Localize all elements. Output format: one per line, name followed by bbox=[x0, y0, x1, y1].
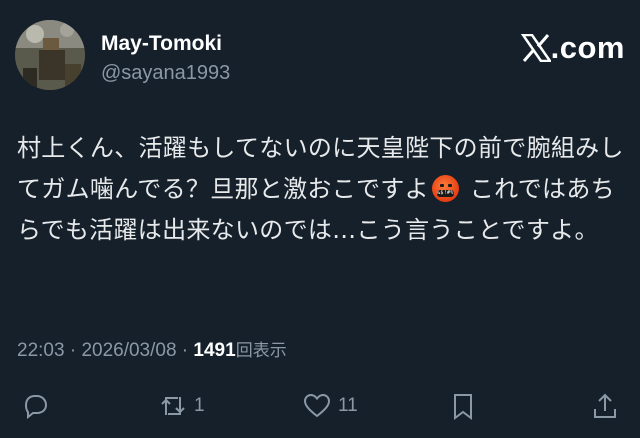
share-button[interactable] bbox=[590, 386, 620, 426]
views-label: 回表示 bbox=[235, 341, 287, 360]
x-icon bbox=[520, 33, 553, 63]
share-icon bbox=[594, 393, 616, 418]
views-count: 1491 bbox=[193, 340, 236, 361]
post-time[interactable]: 22:03 bbox=[17, 340, 65, 361]
post-meta: 22:03 · 2026/03/08 · 1491回表示 bbox=[17, 336, 287, 362]
brand-domain: .com bbox=[550, 30, 625, 65]
post-header: May-Tomoki @sayana1993 .com bbox=[15, 20, 625, 92]
reply-button[interactable] bbox=[20, 386, 50, 426]
avatar[interactable] bbox=[15, 20, 85, 90]
meta-separator-2: · bbox=[176, 340, 194, 361]
retweet-icon bbox=[161, 397, 185, 415]
emoji-symbols: &$!#% bbox=[436, 190, 454, 197]
heart-icon bbox=[303, 393, 331, 418]
like-count: 11 bbox=[338, 395, 358, 416]
post-text: 村上くん、活躍もしてないのに天皇陛下の前で腕組みしてガム噛んでる？旦那と激おこで… bbox=[17, 128, 627, 251]
angry-cursing-face-emoji-icon: &$!#% bbox=[431, 175, 459, 202]
bookmark-button[interactable] bbox=[448, 386, 478, 426]
retweet-button[interactable]: 1 bbox=[158, 386, 205, 426]
bookmark-icon bbox=[454, 394, 472, 420]
action-bar: 1 11 bbox=[0, 386, 640, 426]
like-button[interactable]: 11 bbox=[302, 386, 358, 426]
x-logo: .com bbox=[520, 30, 625, 66]
meta-separator: · bbox=[64, 340, 82, 361]
post-date[interactable]: 2026/03/08 bbox=[81, 340, 176, 361]
retweet-count: 1 bbox=[194, 395, 205, 416]
user-handle[interactable]: @sayana1993 bbox=[101, 62, 230, 85]
reply-icon bbox=[24, 395, 48, 420]
display-name[interactable]: May-Tomoki bbox=[101, 32, 222, 56]
